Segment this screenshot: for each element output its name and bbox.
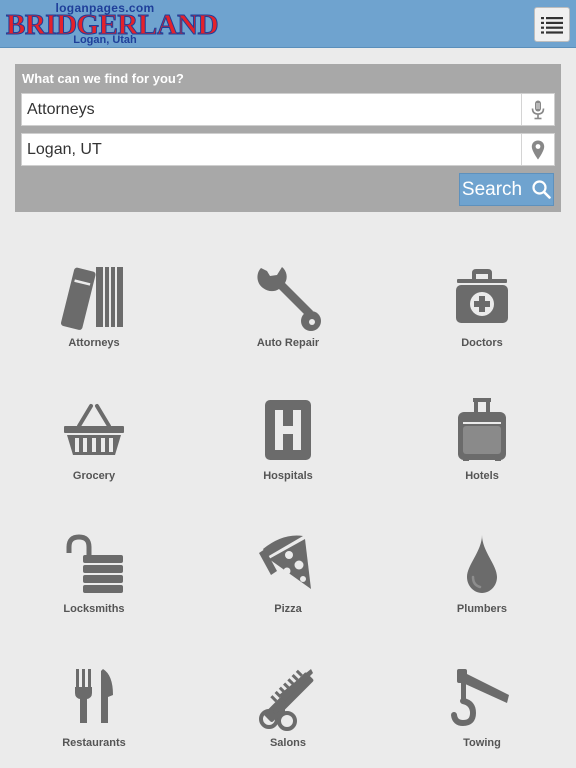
category-label: Hotels <box>465 470 499 482</box>
wrench-icon <box>257 267 321 331</box>
search-title: What can we find for you? <box>22 71 184 86</box>
hospital-icon <box>265 400 311 460</box>
search-button-label: Search <box>461 178 523 200</box>
category-restaurants[interactable]: Restaurants <box>19 665 169 768</box>
luggage-icon <box>458 398 506 461</box>
category-label: Hospitals <box>263 470 313 482</box>
list-icon <box>541 16 563 34</box>
medical-kit-icon <box>456 269 508 323</box>
use-location-button[interactable] <box>521 134 554 165</box>
tow-hook-icon <box>451 669 509 727</box>
category-label: Salons <box>269 737 307 749</box>
voice-search-button[interactable] <box>521 94 554 125</box>
category-towing[interactable]: Towing <box>407 665 557 768</box>
search-button[interactable]: Search <box>459 173 554 206</box>
category-pizza[interactable]: Pizza <box>213 531 363 641</box>
category-label: Auto Repair <box>256 337 320 349</box>
category-label: Grocery <box>72 470 116 482</box>
app-header: loganpages.com BRIDGERLAND Logan, Utah <box>0 0 576 48</box>
logo-city-text: Logan, Utah <box>73 34 137 46</box>
law-books-icon <box>60 267 123 330</box>
category-label: Locksmiths <box>63 603 125 615</box>
where-input[interactable] <box>22 134 520 165</box>
category-label: Pizza <box>274 603 302 615</box>
search-icon <box>532 180 551 199</box>
where-field <box>21 133 555 166</box>
category-auto-repair[interactable]: Auto Repair <box>213 265 363 375</box>
comb-scissors-icon <box>259 669 314 731</box>
search-panel: What can we find for you? Search <box>15 64 561 212</box>
bridgerland-logo[interactable]: loganpages.com BRIDGERLAND Logan, Utah <box>6 2 220 46</box>
water-drop-icon <box>467 535 497 593</box>
microphone-icon <box>531 100 545 119</box>
category-label: Attorneys <box>68 337 120 349</box>
category-label: Doctors <box>461 337 503 349</box>
category-attorneys[interactable]: Attorneys <box>19 265 169 375</box>
category-doctors[interactable]: Doctors <box>407 265 557 375</box>
menu-button[interactable] <box>534 7 570 42</box>
category-hotels[interactable]: Hotels <box>407 398 557 508</box>
category-label: Plumbers <box>456 603 508 615</box>
category-plumbers[interactable]: Plumbers <box>407 531 557 641</box>
category-grocery[interactable]: Grocery <box>19 398 169 508</box>
map-pin-icon <box>531 140 545 159</box>
category-label: Restaurants <box>62 737 126 749</box>
category-hospitals[interactable]: Hospitals <box>213 398 363 508</box>
pizza-slice-icon <box>259 535 311 589</box>
what-field <box>21 93 555 126</box>
what-input[interactable] <box>22 94 520 125</box>
fork-knife-icon <box>75 669 113 723</box>
padlock-icon <box>66 534 123 593</box>
category-label: Towing <box>463 737 501 749</box>
category-salons[interactable]: Salons <box>213 665 363 768</box>
basket-icon <box>64 404 124 455</box>
category-locksmiths[interactable]: Locksmiths <box>19 531 169 641</box>
